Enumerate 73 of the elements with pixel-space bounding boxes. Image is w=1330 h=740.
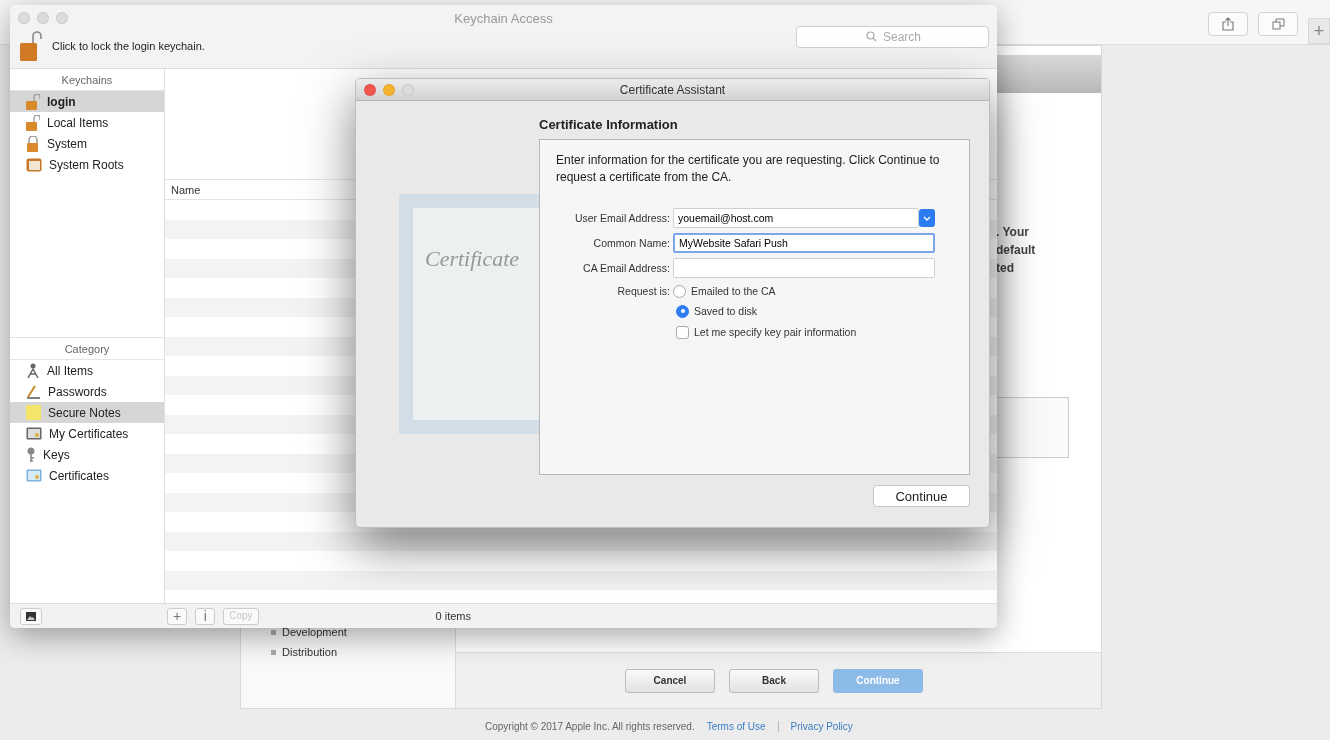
share-button[interactable] bbox=[1208, 12, 1248, 36]
search-icon bbox=[866, 31, 877, 42]
checkbox-option[interactable]: Let me specify key pair information bbox=[676, 325, 857, 339]
overlapping-squares-icon bbox=[1271, 18, 1285, 30]
category-item[interactable]: Keys bbox=[10, 444, 164, 465]
unlocked-padlock-icon bbox=[20, 31, 42, 61]
input-field[interactable] bbox=[673, 258, 935, 278]
description-text: . Your default ted bbox=[996, 224, 1037, 277]
dialog-title: Certificate Assistant bbox=[618, 82, 727, 97]
category-item[interactable]: All Items bbox=[10, 360, 164, 381]
lock-hint: Click to lock the login keychain. bbox=[52, 40, 205, 52]
dropdown-button[interactable] bbox=[919, 209, 935, 227]
tabs-overview-button[interactable] bbox=[1258, 12, 1298, 36]
pen-icon bbox=[26, 384, 41, 399]
combo-field[interactable]: youemail@host.com bbox=[673, 208, 919, 228]
key-icon bbox=[26, 446, 36, 463]
copyright-text: Copyright © 2017 Apple Inc. All rights reserved. bbox=[485, 721, 695, 732]
certificate-script-text: Certificate bbox=[425, 246, 520, 272]
continue-button[interactable]: Continue bbox=[873, 485, 970, 507]
web-button[interactable]: Cancel bbox=[625, 668, 715, 693]
field-label: Common Name: bbox=[592, 237, 671, 249]
field-label: Request is: bbox=[616, 285, 671, 297]
keychain-item[interactable]: System Roots bbox=[10, 154, 164, 175]
keychain-item[interactable]: login bbox=[10, 91, 164, 112]
sidebar-link[interactable]: Distribution bbox=[271, 646, 455, 658]
keychain-item[interactable]: Local Items bbox=[10, 112, 164, 133]
close-light[interactable] bbox=[18, 12, 30, 24]
cabinet-icon bbox=[26, 157, 42, 172]
zoom-light[interactable] bbox=[402, 83, 414, 96]
sidebar-link[interactable]: Development bbox=[271, 626, 455, 638]
item-count: 0 items bbox=[435, 610, 471, 622]
radio-button[interactable] bbox=[676, 304, 689, 318]
share-icon bbox=[1222, 17, 1234, 31]
note-icon bbox=[26, 405, 41, 420]
preview-button[interactable] bbox=[20, 607, 42, 625]
unlocked-padlock-icon bbox=[26, 93, 40, 110]
unlocked-padlock-icon bbox=[26, 114, 40, 131]
web-button[interactable]: Back bbox=[729, 668, 819, 693]
radio-label: Emailed to the CA bbox=[691, 285, 776, 297]
checkbox[interactable] bbox=[676, 325, 689, 339]
section-header: Category bbox=[10, 338, 164, 360]
category-item[interactable]: Passwords bbox=[10, 381, 164, 402]
toolbar-button[interactable]: i bbox=[195, 607, 216, 625]
field-label: CA Email Address: bbox=[582, 262, 671, 274]
chevron-down-icon bbox=[923, 215, 931, 221]
checkbox-label: Let me specify key pair information bbox=[694, 326, 857, 338]
input-field[interactable]: MyWebsite Safari Push bbox=[673, 233, 935, 253]
intro-text: Enter information for the certificate you are requesting. Click Continue to request a certificate from the CA. bbox=[556, 152, 941, 186]
picture-icon bbox=[26, 611, 36, 621]
section-heading: Certificate Information bbox=[539, 117, 679, 134]
radio-label: Saved to disk bbox=[694, 305, 758, 317]
radio-button[interactable] bbox=[673, 284, 686, 298]
category-item[interactable]: My Certificates bbox=[10, 423, 164, 444]
radio-option[interactable]: Saved to disk bbox=[676, 304, 758, 318]
certificate-icon bbox=[26, 469, 42, 482]
category-item[interactable]: Certificates bbox=[10, 465, 164, 486]
close-light[interactable] bbox=[364, 83, 376, 96]
minimize-light[interactable] bbox=[383, 83, 395, 96]
toolbar-button[interactable]: + bbox=[167, 607, 188, 625]
category-item[interactable]: Secure Notes bbox=[10, 402, 164, 423]
people-icon bbox=[26, 363, 40, 378]
footer-link[interactable]: Privacy Policy bbox=[790, 721, 853, 732]
field-label: User Email Address: bbox=[573, 212, 671, 224]
minimize-light[interactable] bbox=[37, 12, 49, 24]
lock-button[interactable] bbox=[20, 31, 42, 61]
keychain-item[interactable]: System bbox=[10, 133, 164, 154]
search-field[interactable]: Search bbox=[796, 26, 989, 48]
zoom-light[interactable] bbox=[56, 12, 68, 24]
certificate-card-icon bbox=[26, 427, 42, 440]
window-title: Keychain Access bbox=[453, 10, 554, 26]
padlock-icon bbox=[26, 135, 40, 152]
footer-link[interactable]: Terms of Use bbox=[706, 721, 766, 732]
radio-option[interactable]: Emailed to the CA bbox=[673, 284, 776, 298]
